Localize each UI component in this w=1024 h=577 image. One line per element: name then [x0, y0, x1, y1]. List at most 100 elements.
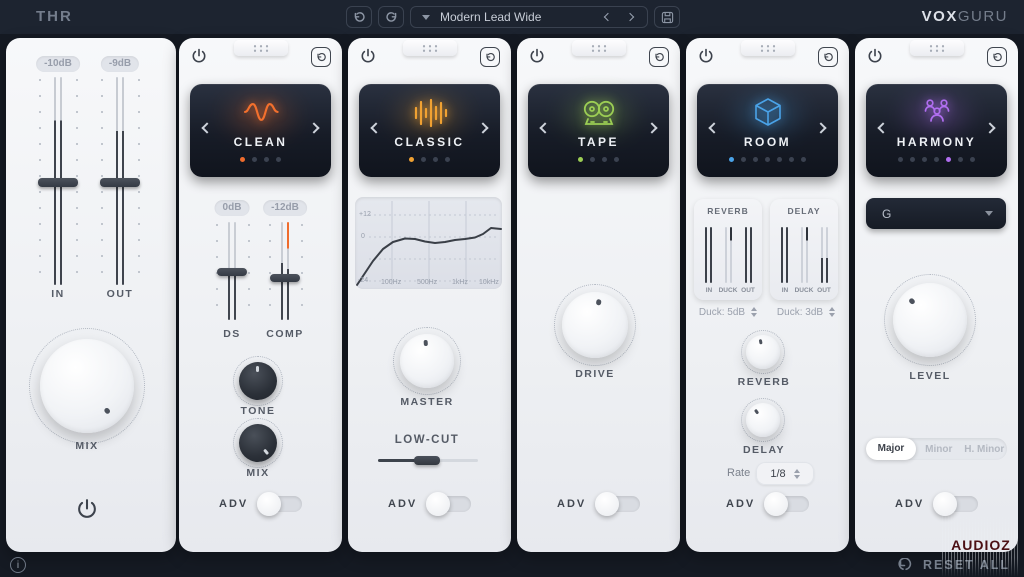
variant-dots[interactable] [240, 157, 281, 162]
ds-fader-handle[interactable] [217, 268, 247, 276]
redo-icon [385, 11, 398, 24]
variant-dots[interactable] [578, 157, 619, 162]
classic-display: CLASSIC [359, 84, 500, 177]
voices-group-icon [917, 93, 957, 133]
tape-reset-button[interactable] [649, 47, 669, 67]
drive-knob[interactable] [562, 292, 628, 358]
room-adv-toggle[interactable] [767, 496, 809, 512]
next-variant-icon[interactable] [308, 122, 319, 133]
classic-drag-handle[interactable] [403, 40, 457, 56]
toggle-knob [595, 492, 619, 516]
power-icon [76, 498, 98, 520]
delay-knob[interactable] [746, 403, 780, 437]
global-mix-knob[interactable] [40, 339, 134, 433]
clean-reset-button[interactable] [311, 47, 331, 67]
classic-reset-button[interactable] [480, 47, 500, 67]
lowcut-slider[interactable] [378, 459, 478, 462]
variant-dots[interactable] [898, 157, 975, 162]
lowcut-slider-handle[interactable] [414, 456, 440, 465]
io-section: -10dB -9dB IN OUT MIX [6, 38, 176, 552]
tape-drag-handle[interactable] [572, 40, 626, 56]
delay-in-label: IN [782, 287, 789, 294]
stepper-icon[interactable] [794, 469, 800, 479]
stepper-icon[interactable] [829, 307, 835, 317]
output-label: OUT [107, 288, 134, 300]
tone-knob[interactable] [239, 362, 277, 400]
knob-pointer [21, 320, 153, 452]
rate-row: Rate 1/8 [686, 462, 849, 486]
clean-power-button[interactable] [191, 48, 207, 69]
reverb-duck-stepper[interactable]: Duck: 5dB [690, 304, 766, 320]
key-dropdown[interactable]: G [866, 198, 1006, 229]
module-undo-icon [485, 52, 496, 63]
prev-variant-icon[interactable] [539, 122, 550, 133]
plugin-window: THR Modern Lead Wide VOXGURU -10dB -9dB [0, 0, 1024, 577]
next-variant-icon[interactable] [646, 122, 657, 133]
harmony-reset-button[interactable] [987, 47, 1007, 67]
meter-line [821, 227, 823, 283]
power-icon [529, 48, 545, 64]
comp-label: COMP [266, 328, 304, 340]
prev-variant-icon[interactable] [370, 122, 381, 133]
global-power-button[interactable] [76, 498, 98, 525]
info-button[interactable]: i [10, 557, 26, 573]
room-drag-handle[interactable] [741, 40, 795, 56]
room-power-button[interactable] [698, 48, 714, 69]
delay-duck-stepper[interactable]: Duck: 3dB [768, 304, 844, 320]
preset-prev-icon[interactable] [604, 13, 612, 21]
level-knob[interactable] [893, 283, 967, 357]
tape-power-button[interactable] [529, 48, 545, 69]
scale-hminor-option[interactable]: H. Minor [962, 444, 1008, 455]
room-reset-button[interactable] [818, 47, 838, 67]
harmony-drag-handle[interactable] [910, 40, 964, 56]
redo-button[interactable] [378, 6, 404, 28]
variant-dots[interactable] [409, 157, 450, 162]
next-variant-icon[interactable] [815, 122, 826, 133]
variant-dots[interactable] [729, 157, 806, 162]
save-preset-button[interactable] [654, 6, 680, 28]
input-fader-handle[interactable] [38, 178, 78, 187]
harmony-adv-row: ADV [895, 496, 978, 512]
comp-fader-handle[interactable] [270, 274, 300, 282]
key-value: G [882, 207, 891, 221]
meter-line [705, 227, 707, 283]
clean-mix-knob[interactable] [239, 424, 277, 462]
meter-line [730, 227, 732, 283]
next-variant-icon[interactable] [477, 122, 488, 133]
prev-variant-icon[interactable] [877, 122, 888, 133]
output-fader-handle[interactable] [100, 178, 140, 187]
undo-button[interactable] [346, 6, 372, 28]
scale-minor-option[interactable]: Minor [916, 444, 962, 455]
tape-adv-toggle[interactable] [598, 496, 640, 512]
clean-adv-toggle[interactable] [260, 496, 302, 512]
next-variant-icon[interactable] [984, 122, 995, 133]
clean-drag-handle[interactable] [234, 40, 288, 56]
scale-major-option[interactable]: Major [866, 438, 916, 460]
classic-power-button[interactable] [360, 48, 376, 69]
cube-icon [751, 93, 785, 133]
preset-selector[interactable]: Modern Lead Wide [410, 6, 648, 28]
tape-machine-icon [578, 93, 620, 133]
eq-ylabel-mid: 0 [361, 233, 365, 240]
grip-dots-icon [928, 44, 945, 52]
reverb-knob[interactable] [746, 335, 780, 369]
tape-display: TAPE [528, 84, 669, 177]
input-gain-value: -10dB [36, 56, 80, 72]
harmony-adv-toggle[interactable] [936, 496, 978, 512]
harmony-power-button[interactable] [867, 48, 883, 69]
prev-variant-icon[interactable] [201, 122, 212, 133]
stepper-icon[interactable] [751, 307, 757, 317]
preset-next-icon[interactable] [626, 13, 634, 21]
fader-track [281, 222, 283, 320]
sine-wave-icon [238, 93, 284, 133]
delay-panel-title: DELAY [770, 206, 838, 216]
meter-line [710, 227, 712, 283]
classic-adv-toggle[interactable] [429, 496, 471, 512]
mix-label: MIX [75, 440, 98, 452]
rate-selector[interactable]: 1/8 [756, 462, 814, 485]
top-bar: THR Modern Lead Wide VOXGURU [0, 0, 1024, 34]
prev-variant-icon[interactable] [708, 122, 719, 133]
master-knob[interactable] [400, 334, 454, 388]
module-name: ROOM [744, 135, 791, 149]
adv-label: ADV [219, 498, 248, 510]
